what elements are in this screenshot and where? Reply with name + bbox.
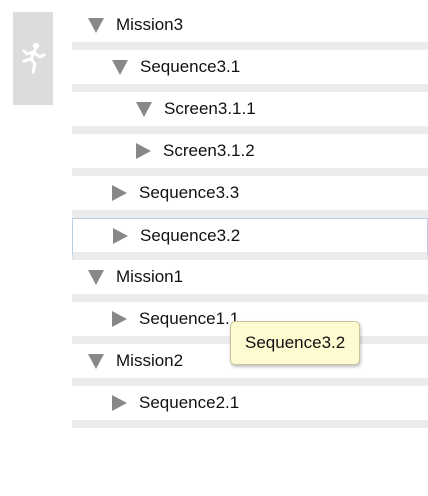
tooltip-text: Sequence3.2 [245,333,346,352]
tree-item-mission1[interactable]: Mission1 [72,260,428,302]
tree-item-label: Sequence3.1 [140,57,241,76]
tree-item-label: Mission1 [116,267,184,286]
tree-item-label: Mission3 [116,15,184,34]
tree-item-sequence2-1[interactable]: Sequence2.1 [72,386,428,428]
expanded-arrow-icon[interactable] [112,59,128,75]
expanded-arrow-icon[interactable] [136,101,152,117]
tree-item-label: Screen3.1.2 [163,141,255,160]
collapsed-arrow-icon[interactable] [136,143,151,159]
tree-item-label: Mission2 [116,351,184,370]
tree-item-screen3-1-1[interactable]: Screen3.1.1 [72,92,428,134]
tree-item-label: Screen3.1.1 [164,99,256,118]
tree-item-sequence3-1[interactable]: Sequence3.1 [72,50,428,92]
tree-item-mission3[interactable]: Mission3 [72,8,428,50]
tree-item-label: Sequence3.2 [140,225,241,245]
tree-item-label: Sequence3.3 [139,183,240,202]
mission-tree: Mission3 Sequence3.1 Screen3.1.1 Screen3… [72,8,428,428]
expanded-arrow-icon[interactable] [88,17,104,33]
expanded-arrow-icon[interactable] [88,353,104,369]
tree-item-sequence3-3[interactable]: Sequence3.3 [72,176,428,218]
tooltip: Sequence3.2 [230,321,361,365]
tree-item-label: Sequence1.1 [139,309,240,328]
sidebar-tab[interactable] [13,12,53,105]
tree-item-screen3-1-2[interactable]: Screen3.1.2 [72,134,428,176]
running-person-icon [22,42,46,74]
tree-item-sequence3-2[interactable]: Sequence3.2 [72,218,428,260]
tree-item-label: Sequence2.1 [139,393,240,412]
collapsed-arrow-icon[interactable] [112,185,127,201]
collapsed-arrow-icon[interactable] [112,395,127,411]
collapsed-arrow-icon[interactable] [113,227,128,244]
expanded-arrow-icon[interactable] [88,269,104,285]
collapsed-arrow-icon[interactable] [112,311,127,327]
